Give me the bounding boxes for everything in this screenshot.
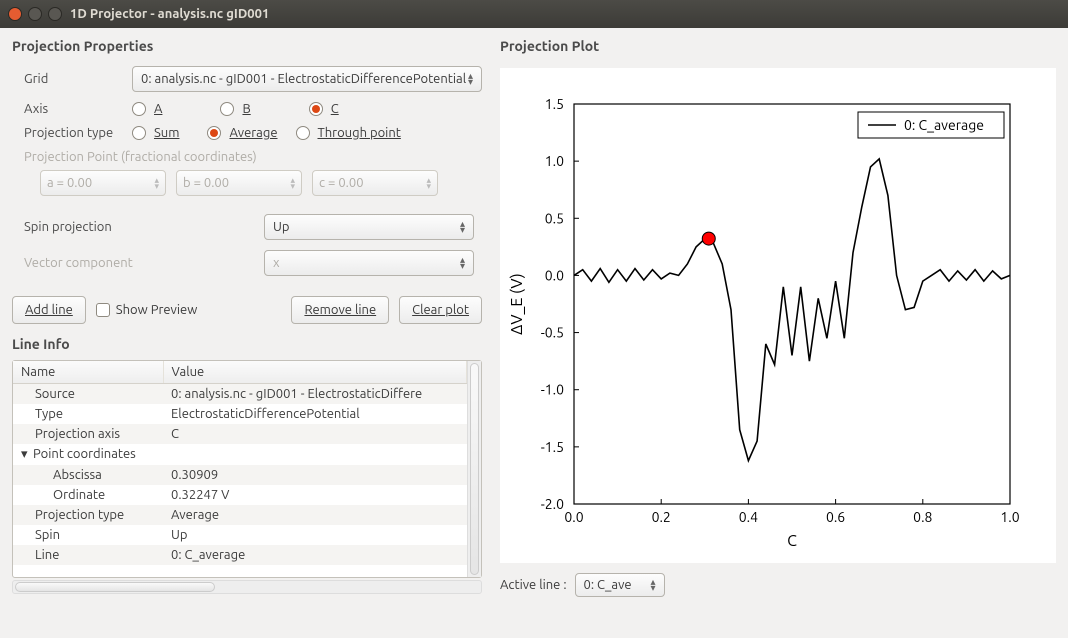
spin-projection-combo[interactable]: Up ▴▾	[264, 214, 474, 240]
svg-text:0.4: 0.4	[739, 509, 758, 525]
projection-properties-heading: Projection Properties	[12, 38, 482, 54]
projection-point-label: Projection Point (fractional coordinates…	[24, 150, 257, 164]
window-titlebar: 1D Projector - analysis.nc gID001	[0, 0, 1068, 28]
svg-text:0.6: 0.6	[826, 509, 845, 525]
chevron-updown-icon: ▴▾	[651, 579, 656, 591]
grid-combo[interactable]: 0: analysis.nc - gID001 - ElectrostaticD…	[132, 66, 482, 92]
vertical-scrollbar[interactable]	[467, 361, 481, 577]
show-preview-checkbox[interactable]: Show Preview	[96, 303, 198, 317]
projtype-radio-through[interactable]: Through point	[296, 126, 401, 140]
table-row: Source0: analysis.nc - gID001 - Electros…	[13, 384, 467, 405]
chevron-updown-icon: ▴▾	[460, 221, 465, 233]
projtype-radio-sum[interactable]: Sum	[132, 126, 179, 140]
projection-plot-heading: Projection Plot	[500, 38, 1056, 54]
add-line-button[interactable]: Add line	[12, 296, 86, 324]
active-line-combo[interactable]: 0: C_ave ▴▾	[575, 573, 665, 597]
tree-collapse-icon[interactable]: ▾	[21, 447, 31, 462]
line-info-table[interactable]: Name Value Source0: analysis.nc - gID001…	[12, 360, 482, 578]
horizontal-scrollbar[interactable]	[12, 580, 482, 594]
svg-text:1.0: 1.0	[1000, 509, 1019, 525]
svg-text:0.5: 0.5	[545, 210, 564, 226]
close-icon[interactable]	[8, 7, 22, 21]
axis-radio-c[interactable]: C	[309, 102, 339, 116]
svg-text:-2.0: -2.0	[541, 496, 564, 512]
axis-radio-b[interactable]: B	[220, 102, 250, 116]
svg-text:-1.5: -1.5	[541, 439, 564, 455]
table-row: Projection axisC	[13, 424, 467, 444]
svg-text:-1.0: -1.0	[541, 382, 564, 398]
svg-text:0.0: 0.0	[564, 509, 583, 525]
svg-text:0.2: 0.2	[652, 509, 671, 525]
axis-label: Axis	[24, 102, 132, 116]
vector-component-combo: x ▴▾	[264, 250, 474, 276]
svg-text:0.8: 0.8	[913, 509, 932, 525]
maximize-icon[interactable]	[48, 7, 62, 21]
projpoint-c-spinner: c = 0.00▴▾	[312, 170, 438, 196]
table-row: Line0: C_average	[13, 545, 467, 565]
grid-combo-value: 0: analysis.nc - gID001 - ElectrostaticD…	[141, 72, 466, 86]
svg-text:1.0: 1.0	[545, 153, 564, 169]
window-title: 1D Projector - analysis.nc gID001	[70, 7, 269, 21]
spin-projection-label: Spin projection	[24, 220, 264, 234]
svg-text:ΔV_E (V): ΔV_E (V)	[508, 273, 526, 335]
table-row: Ordinate0.32247 V	[13, 485, 467, 505]
projtype-radio-average[interactable]: Average	[207, 126, 277, 140]
table-row: Abscissa0.30909	[13, 465, 467, 485]
svg-text:0.0: 0.0	[545, 267, 564, 283]
table-header-value[interactable]: Value	[163, 361, 467, 384]
table-row: SpinUp	[13, 525, 467, 545]
projpoint-a-spinner: a = 0.00▴▾	[40, 170, 166, 196]
active-line-label: Active line :	[500, 578, 567, 592]
chevron-updown-icon: ▴▾	[468, 73, 473, 85]
table-header-name[interactable]: Name	[13, 361, 163, 384]
table-row: Projection typeAverage	[13, 505, 467, 525]
svg-text:1.5: 1.5	[545, 96, 564, 112]
svg-text:0: C_average: 0: C_average	[904, 117, 984, 133]
grid-label: Grid	[24, 72, 132, 86]
minimize-icon[interactable]	[28, 7, 42, 21]
projection-plot[interactable]: 0.0 0.2 0.4 0.6 0.8 1.0 -2.0 -1.5 -1.0 -0.5 0.0 0.5…	[500, 68, 1056, 563]
projection-type-label: Projection type	[24, 126, 132, 140]
remove-line-button[interactable]: Remove line	[291, 296, 389, 324]
vector-component-label: Vector component	[24, 256, 264, 270]
table-row: ▾Point coordinates	[13, 444, 467, 465]
projpoint-b-spinner: b = 0.00▴▾	[176, 170, 302, 196]
clear-plot-button[interactable]: Clear plot	[399, 296, 482, 324]
svg-text:C: C	[787, 532, 797, 550]
table-row: TypeElectrostaticDifferencePotential	[13, 404, 467, 424]
line-info-heading: Line Info	[12, 336, 482, 352]
axis-radio-a[interactable]: A	[132, 102, 162, 116]
svg-text:-0.5: -0.5	[541, 325, 564, 341]
